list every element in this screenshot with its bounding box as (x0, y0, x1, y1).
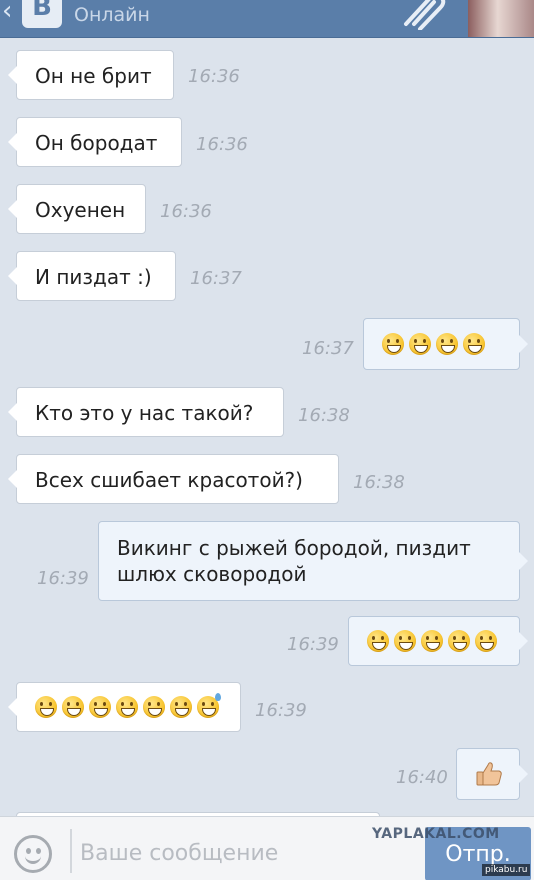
grin-emoji-icon (143, 696, 165, 718)
thumbs-up-icon (476, 762, 502, 786)
grin-emoji-icon (35, 696, 57, 718)
grin-emoji-icon (89, 696, 111, 718)
message-time: 16:38 (298, 405, 350, 426)
contact-status: Онлайн (74, 4, 150, 26)
emoji-row (382, 319, 501, 369)
chat-header: ‹ В Онлайн (0, 0, 534, 38)
grin-emoji-icon (62, 696, 84, 718)
message-bubble-outgoing[interactable]: Викинг с рыжей бородой, пиздит шлюх сков… (98, 521, 528, 601)
message-bubble-incoming[interactable]: Кто это у нас такой? (8, 387, 284, 437)
grin-emoji-icon (463, 333, 485, 355)
emoji-row (367, 617, 501, 665)
message-time: 16:40 (396, 767, 448, 788)
grin-emoji-icon (421, 630, 443, 652)
message-bubble-incoming[interactable]: Охуенен (8, 184, 146, 234)
message-text-line-1: Викинг с рыжей бородой, пиздит (117, 536, 471, 560)
vk-logo[interactable]: В (22, 0, 62, 28)
mouth (25, 855, 41, 864)
sweat-drop-icon (215, 693, 221, 701)
message-text: Кто это у нас такой? (35, 401, 254, 425)
message-time: 16:36 (188, 66, 240, 87)
message-bubble-incoming[interactable] (8, 682, 241, 732)
divider (70, 829, 72, 873)
message-time: 16:38 (353, 472, 405, 493)
pikabu-watermark: pikabu.ru (482, 864, 531, 876)
message-time: 16:39 (255, 700, 307, 721)
message-time: 16:39 (287, 634, 339, 655)
message-time: 16:37 (302, 338, 354, 359)
message-text: Он не брит (35, 64, 152, 88)
emoji-row (35, 683, 222, 731)
avatar[interactable] (468, 0, 534, 37)
message-text-line-2: шлюх сковородой (117, 562, 307, 586)
message-bubble-incoming[interactable]: И пиздат :) (8, 251, 176, 301)
sweat-smile-emoji-icon (197, 693, 221, 718)
eye (36, 848, 41, 854)
message-text: Всех сшибает красотой?) (35, 468, 303, 492)
grin-emoji-icon (475, 630, 497, 652)
message-text: Охуенен (35, 198, 126, 222)
message-bubble-outgoing[interactable] (348, 616, 528, 666)
message-bubble-incoming[interactable]: Всех сшибает красотой?) (8, 454, 339, 504)
grin-emoji-icon (116, 696, 138, 718)
message-bubble-incoming[interactable]: Он бородат (8, 117, 182, 167)
grin-emoji-icon (448, 630, 470, 652)
message-bubble-incoming[interactable]: Он не брит (8, 50, 174, 100)
grin-emoji-icon (394, 630, 416, 652)
message-feed[interactable]: Он не брит 16:36 Он бородат 16:36 Охуене… (0, 38, 534, 816)
grin-emoji-icon (436, 333, 458, 355)
message-text: И пиздат :) (35, 265, 152, 289)
message-input[interactable] (80, 833, 410, 873)
message-bubble-outgoing[interactable] (456, 748, 528, 800)
emoji-picker-icon[interactable] (14, 835, 52, 873)
grin-emoji-icon (382, 333, 404, 355)
yaplakal-watermark: YAPLAKAL.COM (372, 826, 500, 842)
paperclip-icon[interactable] (400, 0, 446, 30)
grin-emoji-icon (170, 696, 192, 718)
eye (26, 848, 31, 854)
message-time: 16:39 (37, 568, 89, 589)
grin-emoji-icon (367, 630, 389, 652)
message-time: 16:36 (160, 201, 212, 222)
grin-emoji-icon (409, 333, 431, 355)
back-chevron-icon[interactable]: ‹ (2, 0, 20, 26)
message-time: 16:37 (190, 268, 242, 289)
message-bubble-outgoing[interactable] (363, 318, 528, 370)
message-time: 16:36 (196, 134, 248, 155)
message-text: Он бородат (35, 131, 158, 155)
